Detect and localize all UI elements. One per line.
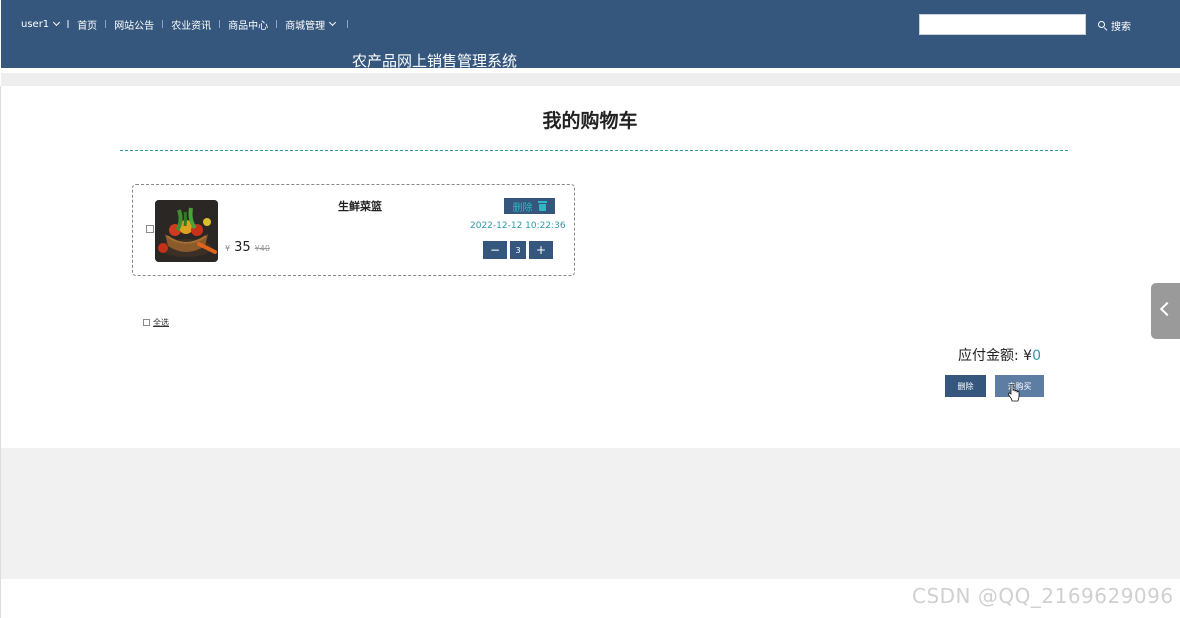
nav-divider bbox=[276, 20, 278, 28]
price-block: ¥ 35 ¥40 bbox=[225, 240, 270, 255]
total-value: 0 bbox=[1032, 348, 1041, 364]
product-name: 生鲜菜篮 bbox=[338, 200, 382, 213]
watermark: CSDN @QQ_2169629096 bbox=[912, 584, 1174, 608]
hand-cursor-icon bbox=[1008, 384, 1020, 402]
nav-products-label: 商品中心 bbox=[228, 20, 269, 32]
user-menu-label: user1 bbox=[21, 18, 50, 30]
top-nav: user1 首页 网站公告 农业资讯 商品中心 商城管理 bbox=[21, 16, 356, 32]
nav-divider bbox=[105, 20, 107, 28]
nav-divider bbox=[219, 20, 221, 28]
search-button[interactable]: 搜索 bbox=[1098, 17, 1131, 33]
chevron-down-icon bbox=[53, 18, 61, 27]
cart-item: 生鲜菜篮 ¥ 35 ¥40 删除 2022-12-12 10:22:36 − 3… bbox=[132, 184, 575, 276]
nav-agri-news[interactable]: 农业资讯 bbox=[171, 17, 211, 32]
total-label: 应付金额: ¥ bbox=[958, 348, 1033, 364]
footer-area bbox=[1, 448, 1180, 579]
nav-divider bbox=[68, 20, 70, 28]
increase-button[interactable]: + bbox=[529, 241, 553, 259]
select-all-checkbox[interactable] bbox=[143, 319, 150, 326]
nav-divider bbox=[162, 20, 164, 28]
page-title: 我的购物车 bbox=[542, 110, 638, 132]
quantity-value: 3 bbox=[510, 241, 526, 259]
trash-icon bbox=[537, 201, 547, 211]
quantity-stepper: − 3 + bbox=[483, 241, 553, 259]
delete-item-button[interactable]: 删除 bbox=[504, 198, 555, 214]
search-input[interactable] bbox=[919, 14, 1086, 35]
search-icon bbox=[1098, 20, 1108, 31]
nav-agri-news-label: 农业资讯 bbox=[171, 20, 212, 32]
current-price: 35 bbox=[234, 240, 251, 255]
delete-item-label: 删除 bbox=[512, 202, 533, 214]
nav-home-label: 首页 bbox=[77, 20, 98, 32]
side-collapse-tab[interactable] bbox=[1151, 283, 1180, 339]
heading-divider bbox=[120, 150, 1068, 151]
header-gap bbox=[1, 73, 1180, 86]
nav-announcements[interactable]: 网站公告 bbox=[114, 17, 154, 32]
search-button-label: 搜索 bbox=[1111, 21, 1131, 33]
select-all[interactable]: 全选 bbox=[143, 317, 169, 328]
user-menu[interactable]: user1 bbox=[21, 18, 61, 30]
item-checkbox[interactable] bbox=[146, 225, 154, 233]
nav-announcements-label: 网站公告 bbox=[114, 20, 155, 32]
nav-mall-manage-label: 商城管理 bbox=[285, 20, 326, 32]
site-title: 农产品网上销售管理系统 bbox=[352, 52, 518, 70]
total-amount: 应付金额: ¥0 bbox=[958, 345, 1041, 365]
delete-selected-button[interactable]: 删除 bbox=[945, 375, 986, 397]
select-all-label: 全选 bbox=[153, 318, 169, 327]
nav-home[interactable]: 首页 bbox=[77, 17, 97, 32]
nav-mall-manage[interactable]: 商城管理 bbox=[285, 17, 337, 32]
decrease-button[interactable]: − bbox=[483, 241, 507, 259]
chevron-left-icon bbox=[1159, 301, 1175, 317]
nav-products[interactable]: 商品中心 bbox=[228, 17, 268, 32]
currency-symbol: ¥ bbox=[225, 244, 231, 253]
added-date: 2022-12-12 10:22:36 bbox=[470, 221, 566, 231]
top-header: user1 首页 网站公告 农业资讯 商品中心 商城管理 搜索 农产品网上销售管… bbox=[1, 0, 1180, 70]
nav-divider bbox=[347, 20, 349, 28]
chevron-down-icon bbox=[329, 18, 337, 27]
product-image bbox=[155, 200, 218, 262]
original-price: ¥40 bbox=[254, 244, 270, 253]
